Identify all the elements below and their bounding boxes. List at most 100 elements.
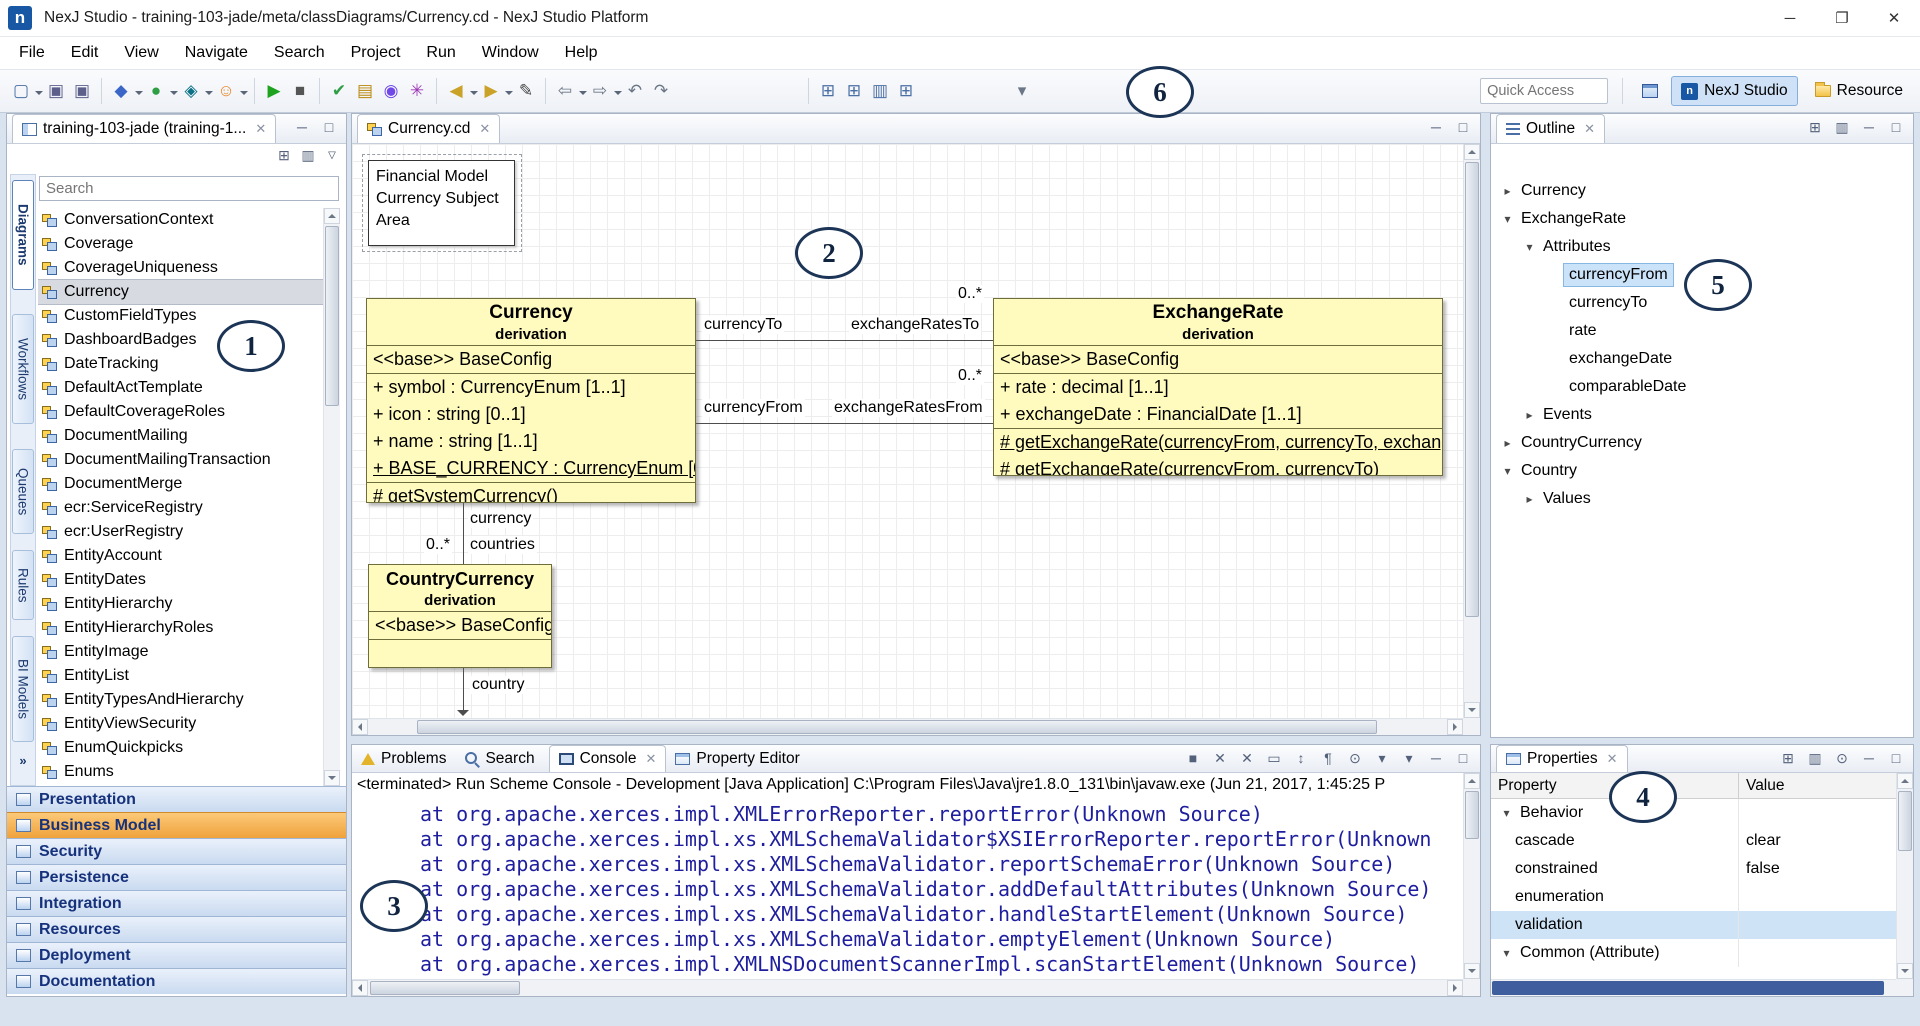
save-all-button[interactable]: ▣ [69,77,95,105]
perspective-nexj-studio-button[interactable]: n NexJ Studio [1671,76,1798,106]
list-item[interactable]: DocumentMerge [38,472,324,496]
close-icon[interactable]: ✕ [479,121,490,137]
tab-search[interactable]: Search [455,745,543,772]
redo-button[interactable]: ↷ [648,77,674,105]
association-label-currencyFrom[interactable]: currencyFrom [702,399,805,417]
chevron-down-icon[interactable]: ▾ [1499,212,1516,226]
chevron-down-icon[interactable]: ▾ [1521,240,1538,254]
uml-class-countrycurrency[interactable]: CountryCurrency derivation <<base>> Base… [368,564,552,668]
list-item[interactable]: EntityImage [38,640,324,664]
tab-console[interactable]: Console ✕ [549,745,667,772]
list-item[interactable]: EnumQuickpicks [38,736,324,760]
packages-dropdown-icon[interactable] [170,91,178,99]
chevron-right-icon[interactable]: ▸ [1499,436,1516,450]
menu-edit[interactable]: Edit [58,37,112,69]
association-label-exchangeRatesTo[interactable]: exchangeRatesTo [849,316,981,334]
display-console-dropdown-icon[interactable]: ▾ [1373,749,1391,767]
close-icon[interactable]: ✕ [1584,121,1595,137]
menu-file[interactable]: File [6,37,58,69]
tab-property-editor[interactable]: Property Editor [666,745,808,772]
vtab-diagrams[interactable]: Diagrams [12,180,34,290]
list-item[interactable]: CustomFieldTypes [38,304,324,328]
tools-dropdown-icon[interactable] [205,91,213,99]
remove-launch-icon[interactable]: ✕ [1211,749,1229,767]
forward-dropdown-icon[interactable] [505,91,513,99]
editor-horizontal-scrollbar[interactable] [352,718,1463,735]
menu-view[interactable]: View [111,37,171,69]
close-icon[interactable]: ✕ [255,121,266,137]
list-item[interactable]: EntityDates [38,568,324,592]
packages-button[interactable]: ● [143,77,169,105]
association-line-countries[interactable] [463,503,464,564]
vtab-more-chevron-icon[interactable]: » [14,753,32,768]
properties-tab[interactable]: Properties ✕ [1496,745,1628,772]
section-deployment[interactable]: Deployment [7,942,346,968]
list-item[interactable]: ecr:ServiceRegistry [38,496,324,520]
outline-node-events[interactable]: ▸Events [1491,401,1913,429]
explorer-vertical-scrollbar[interactable] [323,208,340,786]
section-integration[interactable]: Integration [7,890,346,916]
sort-icon[interactable]: ⊞ [1806,118,1824,136]
terminate-icon[interactable]: ■ [1184,749,1202,767]
tab-problems[interactable]: Problems [352,745,455,772]
list-item[interactable]: EntityViewSecurity [38,712,324,736]
vtab-rules[interactable]: Rules [12,550,34,620]
minimize-view-icon[interactable]: ─ [293,118,311,136]
property-row-cascade[interactable]: cascade clear [1491,827,1896,855]
outline-node-attributes[interactable]: ▾Attributes [1491,233,1913,261]
scroll-lock-icon[interactable]: ↕ [1292,749,1310,767]
navigate-back-dropdown-icon[interactable] [579,91,587,99]
navigate-forward-dropdown-icon[interactable] [614,91,622,99]
chevron-right-icon[interactable]: ▸ [1499,184,1516,198]
list-item-selected[interactable]: Currency [38,280,324,304]
edit-button[interactable]: ✎ [513,77,539,105]
section-resources[interactable]: Resources [7,916,346,942]
console-vertical-scrollbar[interactable] [1463,773,1480,979]
forward-button[interactable]: ▶ [478,77,504,105]
maximize-view-icon[interactable]: □ [320,118,338,136]
list-item[interactable]: Enums [38,760,324,784]
wand-button[interactable]: ✳ [404,77,430,105]
quick-access-input[interactable] [1480,78,1608,104]
list-item[interactable]: DocumentMailing [38,424,324,448]
navigate-forward-button[interactable]: ⇨ [587,77,613,105]
vtab-queues[interactable]: Queues [12,449,34,534]
note-financial-model[interactable]: Financial Model Currency Subject Area [368,160,515,246]
menu-project[interactable]: Project [338,37,414,69]
properties-horizontal-scrollbar[interactable] [1491,979,1896,996]
outline-node-exchangedate[interactable]: exchangeDate [1491,345,1913,373]
outline-node-values[interactable]: ▸Values [1491,485,1913,513]
scrollbar-thumb[interactable] [1465,162,1479,617]
search-input[interactable] [39,176,339,201]
navigate-back-button[interactable]: ⇦ [552,77,578,105]
section-business-model[interactable]: Business Model [7,812,346,838]
outline-node-rate[interactable]: rate [1491,317,1913,345]
list-item[interactable]: ConversationContext [38,208,324,232]
multiplicity-label[interactable]: 0..* [956,285,984,303]
multiplicity-label[interactable]: 0..* [956,367,984,385]
association-label-countries[interactable]: countries [468,536,537,554]
show-advanced-icon[interactable]: ▥ [1806,749,1824,767]
model-dropdown-icon[interactable] [135,91,143,99]
collapse-all-icon[interactable]: ▥ [299,146,317,164]
close-icon[interactable]: ✕ [1607,751,1618,767]
property-category-behavior[interactable]: ▾Behavior [1491,799,1896,827]
word-wrap-icon[interactable]: ¶ [1319,749,1337,767]
vtab-workflows[interactable]: Workflows [12,314,34,424]
section-presentation[interactable]: Presentation [7,786,346,812]
run-button[interactable]: ▶ [261,77,287,105]
console-output[interactable]: at org.apache.xerces.impl.XMLErrorReport… [356,802,1463,979]
chevron-right-icon[interactable]: ▸ [1521,408,1538,422]
tools-button[interactable]: ◈ [178,77,204,105]
chevron-down-icon[interactable]: ▾ [1499,464,1516,478]
maximize-view-icon[interactable]: □ [1454,118,1472,136]
link-editor-icon[interactable]: ⊞ [275,146,293,164]
clear-console-icon[interactable]: ▭ [1265,749,1283,767]
pin-icon[interactable]: ⊙ [1833,749,1851,767]
section-security[interactable]: Security [7,838,346,864]
outline-node-country[interactable]: ▾Country [1491,457,1913,485]
maximize-view-icon[interactable]: □ [1454,749,1472,767]
list-item[interactable]: CoverageUniqueness [38,256,324,280]
chevron-down-icon[interactable]: ▾ [1498,806,1515,820]
vtab-bi-models[interactable]: BI Models [12,636,34,742]
